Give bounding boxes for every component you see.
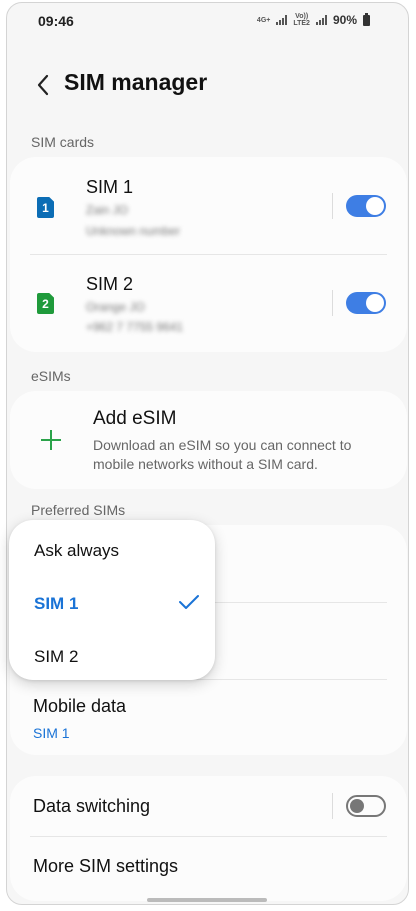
more-sim-settings-label: More SIM settings bbox=[33, 856, 179, 876]
toggle-knob bbox=[350, 799, 364, 813]
other-settings-card: Data switching More SIM settings bbox=[10, 776, 407, 901]
menu-item-ask-always[interactable]: Ask always bbox=[9, 524, 215, 577]
menu-item-label: SIM 2 bbox=[34, 647, 79, 666]
sim-cards-card: 1 SIM 1 Zain JO Unknown number 2 SIM 2 O… bbox=[10, 157, 407, 352]
network-type-1: 4G+ bbox=[256, 16, 271, 24]
divider bbox=[332, 793, 333, 819]
mobile-data-title: Mobile data bbox=[33, 696, 127, 716]
add-esim-card[interactable]: Add eSIM Download an eSIM so you can con… bbox=[10, 391, 407, 489]
data-switching-row[interactable]: Data switching bbox=[10, 776, 407, 836]
sim-2-name: SIM 2 bbox=[86, 274, 134, 294]
menu-item-sim-2[interactable]: SIM 2 bbox=[9, 630, 215, 683]
esims-section-label: eSIMs bbox=[31, 368, 71, 384]
menu-item-label: SIM 1 bbox=[34, 594, 79, 613]
signal-icon-2 bbox=[315, 15, 327, 25]
signal-icon-1 bbox=[276, 15, 288, 25]
mobile-data-value: SIM 1 bbox=[33, 725, 70, 741]
sim-2-number: +962 7 7755 9641 bbox=[86, 320, 184, 334]
mobile-data-row[interactable]: Mobile data SIM 1 bbox=[10, 680, 407, 755]
sim-1-name: SIM 1 bbox=[86, 177, 134, 197]
network-type-2: Vo)) LTE2 bbox=[293, 13, 310, 27]
chevron-left-icon bbox=[37, 74, 49, 96]
status-bar: 09:46 4G+ Vo)) LTE2 90% bbox=[7, 3, 408, 39]
toggle-knob bbox=[366, 294, 384, 312]
divider bbox=[332, 193, 333, 219]
menu-item-label: Ask always bbox=[34, 541, 120, 560]
battery-icon bbox=[363, 12, 370, 26]
preferred-sim-popup-menu: Ask always SIM 1 SIM 2 bbox=[9, 520, 215, 680]
toggle-knob bbox=[366, 197, 384, 215]
sim-2-toggle[interactable] bbox=[346, 292, 386, 314]
more-sim-settings-row[interactable]: More SIM settings bbox=[10, 837, 407, 897]
sim-1-number: Unknown number bbox=[86, 224, 181, 238]
home-indicator[interactable] bbox=[147, 898, 267, 902]
sim-1-row[interactable]: 1 SIM 1 Zain JO Unknown number bbox=[10, 157, 407, 254]
sim-1-carrier: Zain JO bbox=[86, 203, 129, 217]
status-icons: 4G+ Vo)) LTE2 90% bbox=[256, 12, 370, 27]
phone-screen: 09:46 4G+ Vo)) LTE2 90% SIM manager SIM … bbox=[6, 2, 409, 905]
preferred-sims-section-label: Preferred SIMs bbox=[31, 502, 126, 518]
plus-icon bbox=[40, 429, 62, 451]
data-switching-label: Data switching bbox=[33, 796, 151, 816]
sim-2-row[interactable]: 2 SIM 2 Orange JO +962 7 7755 9641 bbox=[10, 255, 407, 352]
page-title: SIM manager bbox=[64, 69, 208, 95]
status-time: 09:46 bbox=[38, 13, 74, 29]
add-esim-title: Add eSIM bbox=[93, 408, 177, 429]
divider bbox=[332, 290, 333, 316]
back-button[interactable] bbox=[27, 67, 59, 103]
sim-cards-section-label: SIM cards bbox=[31, 134, 95, 150]
check-icon bbox=[179, 595, 199, 609]
sim-1-toggle[interactable] bbox=[346, 195, 386, 217]
battery-percent: 90% bbox=[332, 13, 357, 27]
menu-item-sim-1[interactable]: SIM 1 bbox=[9, 577, 215, 630]
add-esim-description: Download an eSIM so you can connect to m… bbox=[93, 437, 352, 472]
sim-2-carrier: Orange JO bbox=[86, 300, 145, 314]
sim-2-badge-icon: 2 bbox=[37, 293, 54, 314]
sim-1-badge-icon: 1 bbox=[37, 197, 54, 218]
data-switching-toggle[interactable] bbox=[346, 795, 386, 817]
